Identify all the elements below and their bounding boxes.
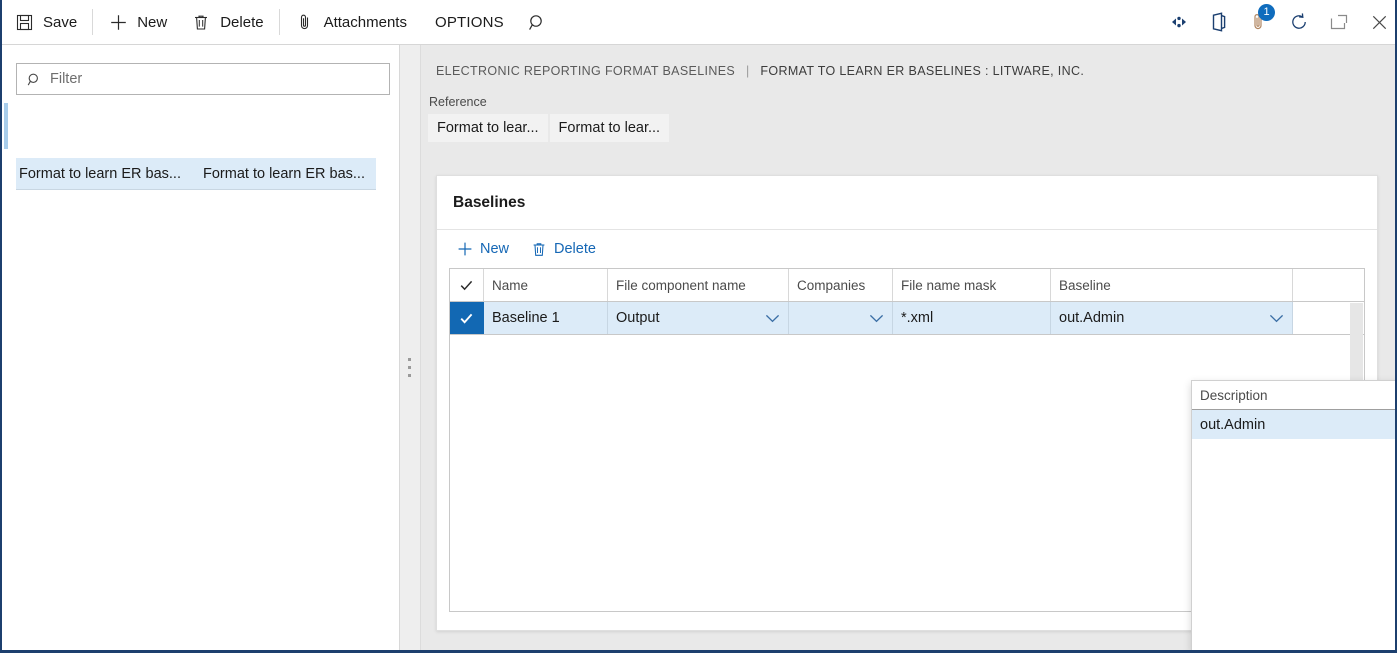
paperclip-icon [295,12,315,32]
toolbar-divider [279,9,280,35]
new-label: New [137,14,167,31]
refresh-button[interactable] [1279,0,1319,44]
check-icon [459,311,474,326]
attachments-label: Attachments [324,14,407,31]
breadcrumb: ELECTRONIC REPORTING FORMAT BASELINES | … [436,64,1084,78]
filter-input[interactable] [50,71,379,87]
filter-box[interactable] [16,63,390,95]
cell-baseline-value: out.Admin [1059,310,1124,326]
command-bar: Save New Delete [2,0,1397,45]
refresh-icon [1289,12,1309,32]
save-icon [14,12,34,32]
grid-delete-label: Delete [554,241,596,257]
cell-file-component-name-value: Output [616,310,660,326]
search-icon [27,71,42,87]
card-title: Baselines [437,176,1377,230]
reference-field-group: Reference Format to lear... Format to le… [428,95,669,142]
reference-chips: Format to lear... Format to lear... [428,114,669,142]
attachments-button[interactable]: Attachments [283,0,419,44]
splitter-grip-icon [408,358,411,382]
search-icon [528,13,547,32]
cell-companies[interactable] [789,302,893,334]
panel-splitter[interactable] [400,45,421,651]
lookup-option-description: out.Admin [1192,417,1397,433]
list-item[interactable]: Format to learn ER bas... Format to lear… [16,158,376,190]
lookup-header-description: Description [1192,388,1397,403]
lookup-header-row: Description File name [1192,381,1397,410]
list-panel: Format to learn ER bas... Format to lear… [4,45,400,651]
application-window: Save New Delete [0,0,1397,653]
grid-header-filler [1293,269,1364,301]
delete-button[interactable]: Delete [179,0,275,44]
reference-chip-1[interactable]: Format to lear... [428,114,548,142]
grid-new-button[interactable]: New [449,234,517,264]
selection-indicator [4,103,8,149]
share-button[interactable] [1159,0,1199,44]
row-select-checkbox[interactable] [450,302,484,334]
baseline-lookup-dropdown: Description File name out.Admin out.Admi… [1191,380,1397,651]
grid-header-companies[interactable]: Companies [789,269,893,301]
grid-new-label: New [480,241,509,257]
cell-baseline[interactable]: out.Admin [1051,302,1293,334]
list-item-primary: Format to learn ER bas... [16,166,203,182]
office-app-icon [1210,12,1228,32]
cell-name[interactable]: Baseline 1 [484,302,608,334]
breadcrumb-root[interactable]: ELECTRONIC REPORTING FORMAT BASELINES [436,64,735,78]
detail-panel: ELECTRONIC REPORTING FORMAT BASELINES | … [400,45,1397,651]
chevron-down-icon[interactable] [765,314,780,323]
breadcrumb-current: FORMAT TO LEARN ER BASELINES : LITWARE, … [760,64,1084,78]
plus-icon [457,241,473,257]
grid-toolbar: New Delete [437,230,1377,268]
reference-label: Reference [428,95,669,109]
search-button[interactable] [518,0,558,44]
check-icon [459,278,474,293]
chevron-down-icon[interactable] [1269,314,1284,323]
toolbar-divider [92,9,93,35]
trash-icon [531,241,547,257]
grid-delete-button[interactable]: Delete [523,234,604,264]
plus-icon [108,12,128,32]
cell-file-name-mask[interactable]: *.xml [893,302,1051,334]
office-app-button[interactable] [1199,0,1239,44]
grid-header-row: Name File component name Companies File … [450,269,1364,302]
save-label: Save [43,14,77,31]
grid-header-file-name-mask[interactable]: File name mask [893,269,1051,301]
table-row[interactable]: Baseline 1 Output [450,302,1364,335]
new-button[interactable]: New [96,0,179,44]
grid-header-baseline[interactable]: Baseline [1051,269,1293,301]
close-icon [1370,13,1389,32]
share-icon [1168,14,1190,30]
cell-file-component-name[interactable]: Output [608,302,789,334]
reference-chip-2[interactable]: Format to lear... [550,114,670,142]
lookup-option[interactable]: out.Admin out.Admin.xml [1192,410,1397,439]
grid-select-all-header[interactable] [450,269,484,301]
save-button[interactable]: Save [2,0,89,44]
open-in-new-window-button[interactable] [1319,0,1359,44]
attachments-count-badge: 1 [1258,4,1275,21]
options-menu-button[interactable]: OPTIONS [419,0,518,44]
breadcrumb-separator: | [746,64,750,78]
close-button[interactable] [1359,0,1397,44]
options-label: OPTIONS [435,14,504,31]
grid-header-file-component-name[interactable]: File component name [608,269,789,301]
chevron-down-icon[interactable] [869,314,884,323]
attachments-indicator-button[interactable]: 1 [1239,0,1279,44]
delete-label: Delete [220,14,263,31]
list-item-secondary: Format to learn ER bas... [203,166,376,182]
trash-icon [191,12,211,32]
grid-header-name[interactable]: Name [484,269,608,301]
open-in-new-window-icon [1329,13,1349,31]
